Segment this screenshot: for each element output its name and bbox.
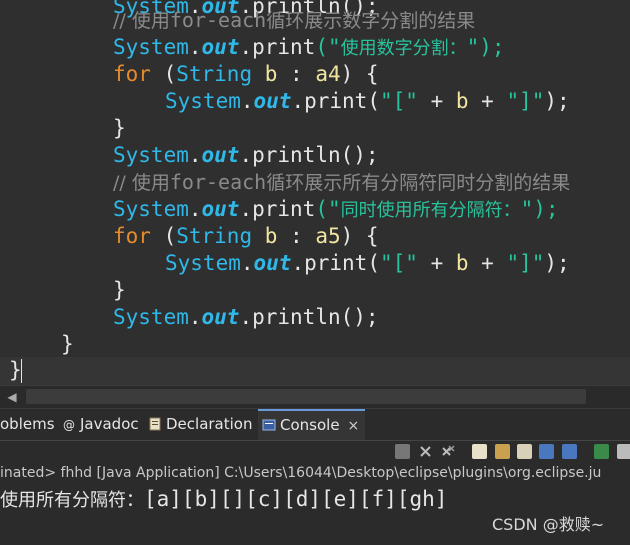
- code-editor[interactable]: System.out.println(); // 使用for-each循环展示数…: [0, 0, 630, 385]
- code-line: System.out.print("同时使用所有分隔符：");: [113, 197, 559, 221]
- console-output-line: 使用所有分隔符：[a][b][][c][d][e][f][gh]: [0, 487, 448, 511]
- declaration-icon: [148, 411, 162, 431]
- view-tab-bar: oblems @ Javadoc Declaration Console ×: [0, 409, 630, 441]
- tab-label: Declaration: [166, 415, 253, 433]
- console-process-label: inated> fhhd [Java Application] C:\Users…: [0, 463, 630, 483]
- word-wrap-icon[interactable]: [517, 444, 532, 459]
- code-line: System.out.println();: [113, 305, 379, 329]
- tab-label: Javadoc: [80, 415, 139, 433]
- display-console-icon[interactable]: [617, 444, 630, 459]
- close-icon[interactable]: ×: [348, 418, 360, 434]
- pin-console-icon[interactable]: [594, 444, 609, 459]
- scrollbar-thumb[interactable]: [26, 389, 586, 404]
- code-line: }: [113, 116, 126, 140]
- code-comment: // 使用for-each循环展示所有分隔符同时分割的结果: [113, 170, 571, 194]
- code-line: }: [113, 278, 126, 302]
- show-on-output-icon[interactable]: [539, 444, 554, 459]
- horizontal-scrollbar[interactable]: ◀: [0, 385, 630, 409]
- tab-declaration[interactable]: Declaration: [148, 409, 252, 440]
- console-output-area[interactable]: 使用所有分隔符：[a][b][][c][d][e][f][gh] CSDN @救…: [0, 483, 630, 545]
- code-line: }: [61, 332, 74, 356]
- text-caret: [21, 359, 22, 383]
- javadoc-icon: @: [62, 411, 76, 432]
- svg-text:@: @: [63, 418, 75, 431]
- code-line: System.out.print("使用数字分割：");: [113, 35, 505, 59]
- scroll-lock-icon[interactable]: [495, 444, 510, 459]
- code-line: }: [9, 358, 22, 382]
- remove-launch-icon[interactable]: [418, 444, 433, 459]
- code-line: System.out.print("[" + b + "]");: [165, 251, 570, 275]
- tab-javadoc[interactable]: @ Javadoc: [62, 409, 139, 440]
- current-line-highlight: [0, 357, 630, 385]
- code-line: System.out.println();: [113, 143, 379, 167]
- code-comment: // 使用for-each循环展示数字分割的结果: [113, 8, 476, 32]
- tab-label: Console: [280, 416, 340, 434]
- code-line: for (String b : a5) {: [113, 224, 379, 248]
- remove-all-icon[interactable]: [441, 444, 456, 459]
- clear-console-icon[interactable]: [472, 444, 487, 459]
- show-on-error-icon[interactable]: [562, 444, 577, 459]
- tab-problems[interactable]: oblems: [0, 409, 55, 440]
- console-icon: [262, 413, 276, 431]
- tab-console[interactable]: Console ×: [258, 409, 366, 440]
- watermark: CSDN @救赎~: [492, 515, 605, 534]
- code-line: System.out.print("[" + b + "]");: [165, 89, 570, 113]
- console-toolbar: [0, 441, 630, 463]
- tab-label: oblems: [0, 415, 55, 433]
- terminate-icon[interactable]: [395, 444, 410, 459]
- code-line: for (String b : a4) {: [113, 62, 379, 86]
- scroll-left-icon[interactable]: ◀: [4, 389, 20, 405]
